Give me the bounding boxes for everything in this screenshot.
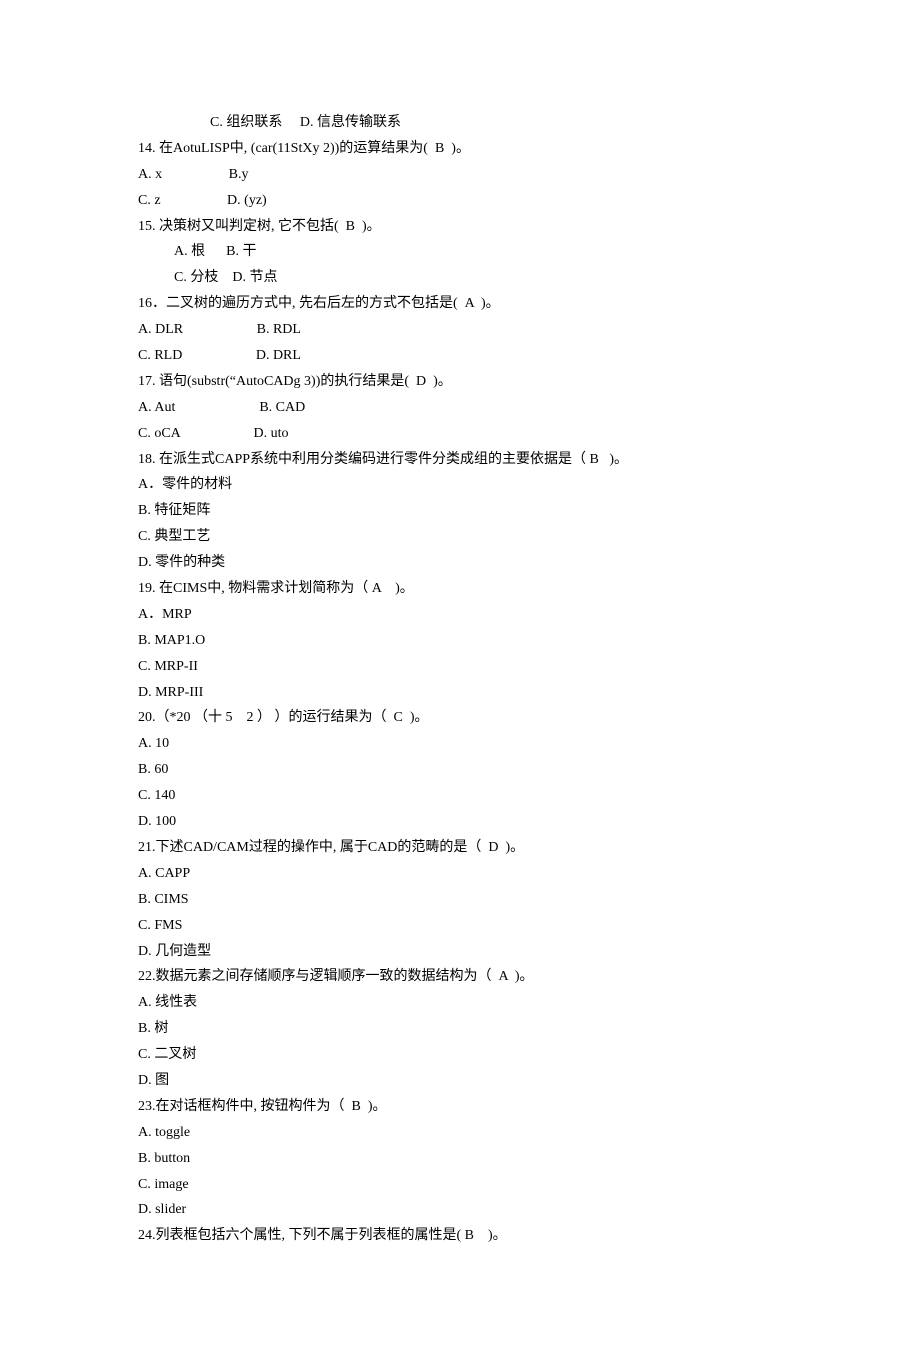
text-line: C. MRP-II	[138, 654, 782, 680]
text-line: 18. 在派生式CAPP系统中利用分类编码进行零件分类成组的主要依据是（ B )…	[138, 447, 782, 473]
text-line: C. 组织联系 D. 信息传输联系	[138, 110, 782, 136]
text-line: 19. 在CIMS中, 物料需求计划简称为（ A )。	[138, 576, 782, 602]
text-line: D. 100	[138, 809, 782, 835]
text-line: 22.数据元素之间存储顺序与逻辑顺序一致的数据结构为（ A )。	[138, 964, 782, 990]
text-line: A．零件的材料	[138, 472, 782, 498]
text-line: C. 二叉树	[138, 1042, 782, 1068]
text-line: A. x B.y	[138, 162, 782, 188]
text-line: D. 图	[138, 1068, 782, 1094]
text-line: 21.下述CAD/CAM过程的操作中, 属于CAD的范畴的是（ D )。	[138, 835, 782, 861]
text-line: 23.在对话框构件中, 按钮构件为（ B )。	[138, 1094, 782, 1120]
text-line: C. oCA D. uto	[138, 421, 782, 447]
text-line: C. 140	[138, 783, 782, 809]
text-line: B. 60	[138, 757, 782, 783]
text-line: C. 典型工艺	[138, 524, 782, 550]
document-page: C. 组织联系 D. 信息传输联系14. 在AotuLISP中, (car(11…	[0, 0, 920, 1349]
text-line: D. 零件的种类	[138, 550, 782, 576]
text-line: B. CIMS	[138, 887, 782, 913]
text-line: 17. 语句(substr(“AutoCADg 3))的执行结果是( D )。	[138, 369, 782, 395]
question-list: C. 组织联系 D. 信息传输联系14. 在AotuLISP中, (car(11…	[138, 110, 782, 1249]
text-line: 20.（*20 （十 5 2 ） ）的运行结果为（ C )。	[138, 705, 782, 731]
text-line: D. 几何造型	[138, 939, 782, 965]
text-line: C. 分枝 D. 节点	[138, 265, 782, 291]
text-line: 24.列表框包括六个属性, 下列不属于列表框的属性是( B )。	[138, 1223, 782, 1249]
text-line: C. RLD D. DRL	[138, 343, 782, 369]
text-line: B. button	[138, 1146, 782, 1172]
text-line: C. image	[138, 1172, 782, 1198]
text-line: 15. 决策树又叫判定树, 它不包括( B )。	[138, 214, 782, 240]
text-line: D. slider	[138, 1197, 782, 1223]
text-line: A. Aut B. CAD	[138, 395, 782, 421]
text-line: B. 特征矩阵	[138, 498, 782, 524]
text-line: A. toggle	[138, 1120, 782, 1146]
text-line: A. 线性表	[138, 990, 782, 1016]
text-line: C. FMS	[138, 913, 782, 939]
text-line: A. DLR B. RDL	[138, 317, 782, 343]
text-line: 16．二叉树的遍历方式中, 先右后左的方式不包括是( A )。	[138, 291, 782, 317]
text-line: A. 10	[138, 731, 782, 757]
text-line: B. 树	[138, 1016, 782, 1042]
text-line: C. z D. (yz)	[138, 188, 782, 214]
text-line: B. MAP1.O	[138, 628, 782, 654]
text-line: A. CAPP	[138, 861, 782, 887]
text-line: 14. 在AotuLISP中, (car(11StXy 2))的运算结果为( B…	[138, 136, 782, 162]
text-line: A．MRP	[138, 602, 782, 628]
text-line: A. 根 B. 干	[138, 239, 782, 265]
text-line: D. MRP-III	[138, 680, 782, 706]
